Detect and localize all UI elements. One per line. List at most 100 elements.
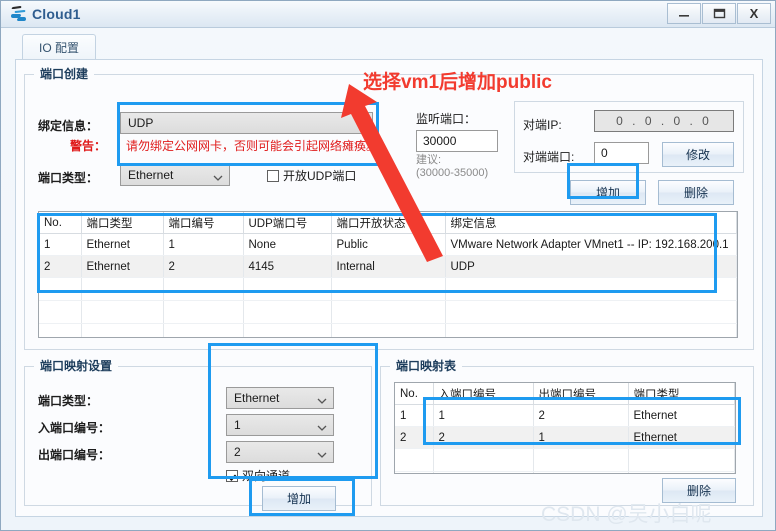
- bidirectional-label: 双向通道: [242, 469, 291, 483]
- peer-ip-label: 对端IP:: [523, 118, 562, 132]
- table-row[interactable]: 1 1 2 Ethernet: [395, 404, 735, 427]
- port-table-cell: 2: [163, 255, 244, 278]
- warning-text: 请勿绑定公网网卡，否则可能会引起网络瘫痪。: [126, 139, 379, 153]
- add-mapping-button[interactable]: 增加: [262, 486, 336, 511]
- port-table-cell: Ethernet: [81, 255, 164, 278]
- empty-cell: [433, 471, 534, 473]
- binding-info-label: 绑定信息：: [38, 119, 99, 133]
- port-table-cell: Ethernet: [81, 233, 164, 256]
- tab-io-config[interactable]: IO 配置: [22, 34, 97, 60]
- peer-port-label: 对端端口:: [523, 150, 575, 164]
- port-table-header-5: 绑定信息: [445, 212, 737, 234]
- minimize-button[interactable]: [667, 3, 701, 24]
- mapping-table-group-title: 端口映射表: [390, 357, 463, 374]
- table-row-empty[interactable]: [395, 471, 735, 473]
- listen-port-hint-2: (30000-35000): [416, 167, 489, 179]
- port-table[interactable]: No. 端口类型 端口编号 UDP端口号 端口开放状态 绑定信息 1 Ethernet 1 No…: [38, 211, 738, 338]
- map-out-port-label: 出端口编号：: [38, 448, 111, 462]
- port-table-header-2: 端口编号: [163, 212, 244, 234]
- checkbox-box: [226, 469, 238, 482]
- map-in-port-combo[interactable]: 1: [226, 414, 334, 436]
- empty-cell: [39, 300, 82, 324]
- port-table-grid: No. 端口类型 端口编号 UDP端口号 端口开放状态 绑定信息 1 Ethernet 1 No…: [39, 212, 737, 337]
- table-row-empty[interactable]: [39, 277, 737, 301]
- port-table-cell: None: [243, 233, 332, 256]
- mapping-table-cell: 2: [395, 426, 434, 449]
- peer-ip-input[interactable]: 0 . 0 . 0 . 0: [594, 110, 734, 132]
- chevron-down-icon: [213, 171, 223, 181]
- window-controls: X: [666, 3, 771, 24]
- close-button[interactable]: X: [737, 3, 771, 24]
- binding-info-combo[interactable]: UDP: [120, 112, 373, 134]
- empty-cell: [331, 323, 446, 337]
- port-type-value: Ethernet: [128, 168, 174, 182]
- empty-cell: [331, 300, 446, 324]
- mapping-settings-group: 端口映射设置 端口类型： Ethernet 入端口编号： 1 出端口编号： 2: [24, 357, 372, 511]
- empty-cell: [433, 448, 534, 472]
- listen-port-input[interactable]: 30000: [416, 130, 498, 152]
- mapping-table-cell: 1: [533, 426, 629, 449]
- table-row-empty[interactable]: [39, 300, 737, 324]
- title-bar: Cloud1 X: [1, 1, 775, 28]
- empty-cell: [163, 300, 244, 324]
- port-table-header-1: 端口类型: [81, 212, 164, 234]
- empty-cell: [163, 323, 244, 337]
- empty-cell: [81, 277, 164, 301]
- mapping-table-header-0: No.: [395, 383, 434, 405]
- mapping-settings-group-title: 端口映射设置: [34, 357, 119, 374]
- cloud-config-window: Cloud1 X IO 配置 端口创建 绑定信息： UDP 警告： 请勿绑定公网…: [0, 0, 776, 531]
- mapping-table-group: 端口映射表 No. 入端口编号 出端口编号 端口类型 1 1 2 Ethernet 2 2 1 Et…: [380, 357, 754, 506]
- empty-cell: [39, 277, 82, 301]
- window-title: Cloud1: [32, 6, 81, 22]
- listen-port-value: 30000: [423, 134, 457, 148]
- maximize-button[interactable]: [702, 3, 736, 24]
- table-row-empty[interactable]: [395, 448, 735, 472]
- add-port-button[interactable]: 增加: [570, 180, 646, 205]
- table-row-empty[interactable]: [39, 323, 737, 337]
- port-type-combo[interactable]: Ethernet: [120, 164, 230, 186]
- port-table-cell: 4145: [243, 255, 332, 278]
- table-row[interactable]: 2 Ethernet 2 4145 Internal UDP: [39, 255, 737, 278]
- bidirectional-checkbox[interactable]: 双向通道: [226, 467, 290, 484]
- chevron-down-icon: [317, 448, 327, 458]
- mapping-table-cell: 1: [433, 404, 534, 427]
- table-row[interactable]: 1 Ethernet 1 None Public VMware Network Adapt…: [39, 233, 737, 256]
- open-udp-label: 开放UDP端口: [283, 169, 357, 183]
- mapping-table-cell: 2: [433, 426, 534, 449]
- mapping-table[interactable]: No. 入端口编号 出端口编号 端口类型 1 1 2 Ethernet 2 2 1 Ethernet: [394, 382, 736, 474]
- port-create-group-title: 端口创建: [34, 65, 95, 82]
- delete-port-button[interactable]: 删除: [658, 180, 734, 205]
- mapping-table-grid: No. 入端口编号 出端口编号 端口类型 1 1 2 Ethernet 2 2 1 Ethernet: [395, 383, 735, 473]
- port-table-cell: 2: [39, 255, 82, 278]
- port-table-cell: 1: [163, 233, 244, 256]
- empty-cell: [445, 277, 737, 301]
- map-out-port-value: 2: [234, 445, 241, 459]
- port-create-group: 端口创建 绑定信息： UDP 警告： 请勿绑定公网网卡，否则可能会引起网络瘫痪。…: [24, 65, 754, 350]
- empty-cell: [163, 277, 244, 301]
- port-table-header-3: UDP端口号: [243, 212, 332, 234]
- peer-port-value: 0: [601, 146, 608, 160]
- map-out-port-combo[interactable]: 2: [226, 441, 334, 463]
- map-port-type-combo[interactable]: Ethernet: [226, 387, 334, 409]
- table-row[interactable]: 2 2 1 Ethernet: [395, 426, 735, 449]
- empty-cell: [533, 471, 629, 473]
- watermark: CSDN @吴小白呢: [541, 503, 712, 526]
- peer-port-input[interactable]: 0: [594, 142, 649, 164]
- empty-cell: [628, 448, 735, 472]
- empty-cell: [81, 323, 164, 337]
- empty-cell: [628, 471, 735, 473]
- modify-button[interactable]: 修改: [662, 142, 734, 167]
- map-port-type-label: 端口类型：: [38, 394, 99, 408]
- chevron-down-icon: [317, 421, 327, 431]
- port-table-cell: UDP: [445, 255, 737, 278]
- port-table-header-row: No. 端口类型 端口编号 UDP端口号 端口开放状态 绑定信息: [39, 212, 737, 234]
- warning-label: 警告：: [70, 139, 107, 153]
- empty-cell: [395, 471, 434, 473]
- tab-strip: IO 配置: [15, 34, 763, 60]
- empty-cell: [39, 323, 82, 337]
- listen-port-label: 监听端口：: [416, 112, 477, 126]
- empty-cell: [331, 277, 446, 301]
- port-table-header-4: 端口开放状态: [331, 212, 446, 234]
- open-udp-checkbox[interactable]: 开放UDP端口: [267, 167, 356, 184]
- chevron-down-icon: [356, 119, 366, 129]
